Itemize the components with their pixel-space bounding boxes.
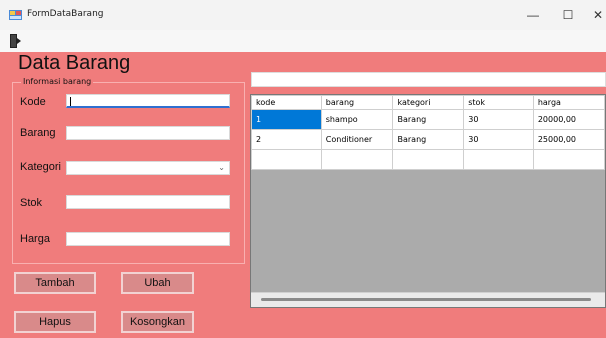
table-cell[interactable]: shampo bbox=[320, 109, 394, 130]
group-title: Informasi barang bbox=[21, 77, 94, 86]
harga-input[interactable] bbox=[66, 232, 230, 246]
maximize-button[interactable]: ☐ bbox=[555, 5, 581, 25]
close-button[interactable]: ✕ bbox=[585, 5, 606, 25]
hapus-button[interactable]: Hapus bbox=[14, 311, 96, 333]
barang-label: Barang bbox=[20, 127, 56, 139]
stok-input[interactable] bbox=[66, 195, 230, 209]
kode-input[interactable] bbox=[66, 94, 230, 108]
kosongkan-button[interactable]: Kosongkan bbox=[121, 311, 194, 333]
table-cell[interactable]: 1 bbox=[251, 109, 322, 130]
search-input[interactable] bbox=[251, 72, 606, 87]
table-row-new[interactable] bbox=[251, 149, 605, 170]
scrollbar-thumb[interactable] bbox=[261, 298, 591, 301]
kode-label: Kode bbox=[20, 96, 46, 108]
kategori-label: Kategori bbox=[20, 161, 61, 173]
column-header-stok[interactable]: stok bbox=[463, 95, 534, 110]
barang-input[interactable] bbox=[66, 126, 230, 140]
table-cell[interactable] bbox=[251, 149, 322, 170]
minimize-button[interactable]: — bbox=[520, 5, 546, 25]
column-header-harga[interactable]: harga bbox=[532, 95, 605, 110]
chevron-down-icon: ⌄ bbox=[218, 163, 225, 172]
table-cell[interactable]: 30 bbox=[463, 129, 534, 150]
table-cell[interactable]: Barang bbox=[392, 129, 465, 150]
table-cell[interactable]: 2 bbox=[251, 129, 322, 150]
table-cell[interactable]: Barang bbox=[392, 109, 465, 130]
kategori-dropdown[interactable]: ⌄ bbox=[66, 161, 230, 175]
table-cell[interactable] bbox=[320, 149, 394, 170]
page-title: Data Barang bbox=[18, 52, 131, 74]
table-cell[interactable]: Conditioner bbox=[320, 129, 394, 150]
table-cell[interactable]: 20000,00 bbox=[532, 109, 605, 130]
table-cell[interactable] bbox=[392, 149, 465, 170]
form-area: Data Barang Informasi barang Kode Barang… bbox=[0, 52, 606, 338]
toolbar bbox=[0, 30, 606, 52]
window-title: FormDataBarang bbox=[27, 9, 104, 19]
table-cell[interactable]: 30 bbox=[463, 109, 534, 130]
table-row[interactable]: 1 shampo Barang 30 20000,00 bbox=[251, 109, 605, 130]
table-row[interactable]: 2 Conditioner Barang 30 25000,00 bbox=[251, 129, 605, 150]
ubah-button[interactable]: Ubah bbox=[121, 272, 194, 294]
exit-icon[interactable] bbox=[7, 33, 23, 49]
data-table: kode barang kategori stok harga 1 shampo… bbox=[251, 95, 605, 170]
table-cell[interactable]: 25000,00 bbox=[532, 129, 605, 150]
column-header-barang[interactable]: barang bbox=[320, 95, 394, 110]
column-header-kode[interactable]: kode bbox=[251, 95, 322, 110]
horizontal-scrollbar[interactable] bbox=[251, 292, 605, 307]
text-caret bbox=[70, 97, 71, 106]
table-cell[interactable] bbox=[463, 149, 534, 170]
title-bar: FormDataBarang — ☐ ✕ bbox=[0, 0, 606, 30]
form-app-icon bbox=[9, 10, 22, 20]
stok-label: Stok bbox=[20, 197, 43, 209]
column-header-kategori[interactable]: kategori bbox=[392, 95, 465, 110]
tambah-button[interactable]: Tambah bbox=[14, 272, 96, 294]
table-cell[interactable] bbox=[532, 149, 605, 170]
harga-label: Harga bbox=[20, 233, 50, 245]
data-grid[interactable]: kode barang kategori stok harga 1 shampo… bbox=[250, 94, 606, 308]
